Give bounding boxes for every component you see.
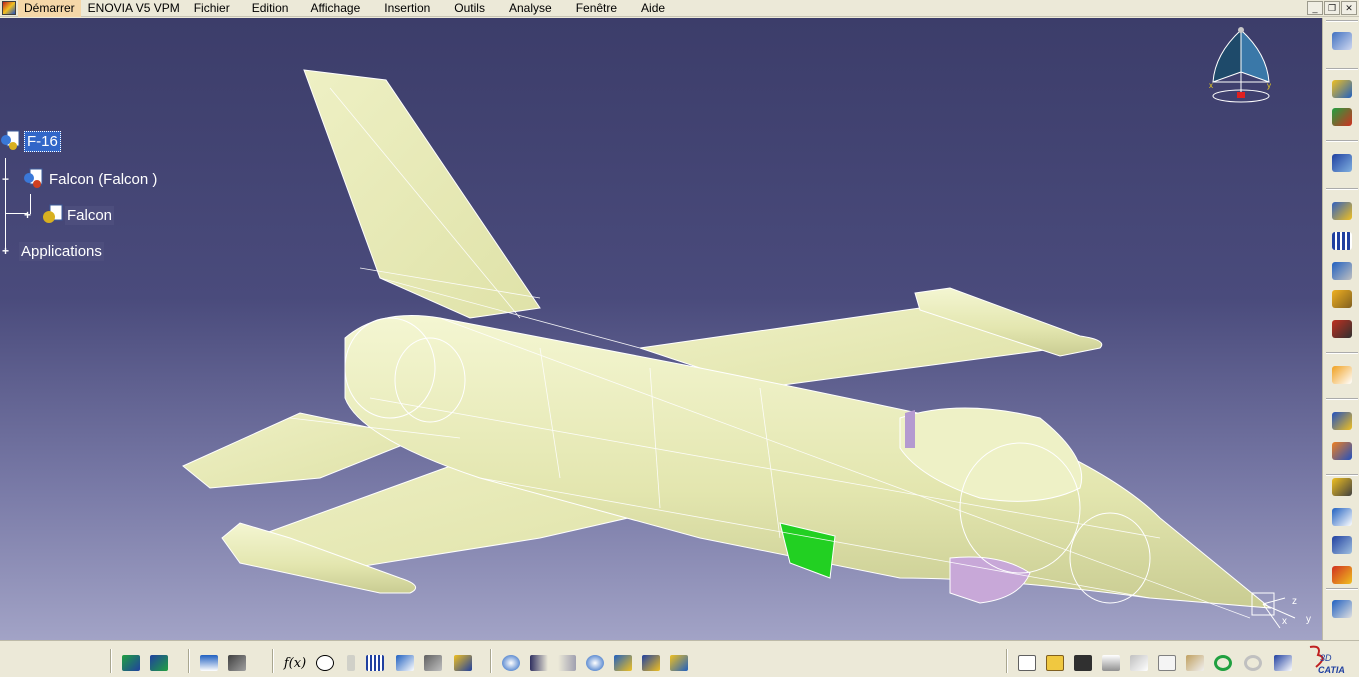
canopy-band [905, 410, 915, 448]
snap-icon[interactable] [1330, 440, 1354, 462]
comment-icon[interactable] [314, 653, 336, 673]
axis-y-label: y [1306, 614, 1311, 625]
expand-icon[interactable]: + [22, 209, 33, 221]
product-icon [24, 168, 43, 188]
menu-enovia[interactable]: ENOVIA V5 VPM [81, 0, 187, 17]
constraint-icon[interactable] [1330, 476, 1354, 498]
fly-mode-icon[interactable] [1330, 78, 1354, 100]
compass-x-label: x [1209, 81, 1213, 90]
cut-icon[interactable] [1128, 653, 1150, 673]
copy-icon[interactable] [1156, 653, 1178, 673]
fly-icon[interactable] [500, 653, 522, 673]
open-file-icon[interactable] [1044, 653, 1066, 673]
part-icon[interactable] [1330, 230, 1354, 252]
tree-node-falcon-part[interactable]: + Falcon [22, 204, 115, 226]
menu-affichage[interactable]: Affichage [303, 0, 367, 17]
app-icon[interactable] [2, 1, 16, 15]
hide-show-icon[interactable] [668, 653, 690, 673]
anchor-icon[interactable] [1330, 506, 1354, 528]
assembly-icon[interactable] [1330, 152, 1354, 174]
material-icon[interactable] [1330, 318, 1354, 340]
shading-icon[interactable] [640, 653, 662, 673]
part-icon [43, 204, 63, 223]
svg-text:3D: 3D [1320, 653, 1332, 663]
first-icon[interactable] [528, 653, 550, 673]
menu-demarrer[interactable]: Démarrer [18, 0, 81, 17]
bottom-toolbar: f(x) 3D CATIA [0, 640, 1359, 677]
parameters-icon[interactable] [452, 653, 474, 673]
tree-node-applications[interactable]: + Applications [0, 242, 104, 261]
fit-all-icon[interactable] [120, 653, 142, 673]
formula-icon[interactable]: f(x) [284, 653, 306, 673]
menu-analyse[interactable]: Analyse [502, 0, 559, 17]
paste-icon[interactable] [1184, 653, 1206, 673]
measure-icon[interactable] [1330, 598, 1354, 620]
tree-label-applications[interactable]: Applications [19, 242, 104, 261]
minimize-button[interactable]: _ [1307, 1, 1323, 15]
padlock-icon[interactable] [422, 653, 444, 673]
catia-logo: 3D CATIA [1309, 645, 1345, 675]
rotate-icon[interactable] [612, 653, 634, 673]
select-arrow-icon[interactable] [1330, 364, 1354, 386]
select-icon[interactable] [1330, 30, 1354, 52]
redo-icon[interactable] [1242, 653, 1264, 673]
collapse-icon[interactable]: − [0, 173, 11, 185]
catalog-icon[interactable] [1330, 288, 1354, 310]
measure-item-icon[interactable] [226, 653, 248, 673]
menu-aide[interactable]: Aide [634, 0, 672, 17]
vertical-tail [303, 69, 541, 319]
product-icon [1, 130, 20, 150]
normal-view-icon[interactable] [148, 653, 170, 673]
compass-widget[interactable]: x y [1205, 24, 1277, 106]
table-icon[interactable] [364, 653, 386, 673]
tree-label-root[interactable]: F-16 [24, 130, 61, 152]
manipulate-icon[interactable] [1330, 410, 1354, 432]
window-controls: _ ❐ ✕ [1307, 1, 1357, 15]
tree-node-falcon-product[interactable]: − Falcon (Falcon ) [0, 168, 159, 190]
menu-outils[interactable]: Outils [447, 0, 492, 17]
tree-label-falcon-product[interactable]: Falcon (Falcon ) [47, 170, 159, 189]
formula-label: f(x) [283, 655, 307, 671]
print-icon[interactable] [1100, 653, 1122, 673]
new-file-icon[interactable] [1016, 653, 1038, 673]
expand-icon[interactable]: + [0, 245, 11, 257]
menu-fenetre[interactable]: Fenêtre [569, 0, 624, 17]
catia-logo-text: CATIA [1318, 665, 1345, 675]
last-icon[interactable] [556, 653, 578, 673]
right-toolbar [1322, 18, 1359, 640]
help-icon[interactable] [1272, 653, 1294, 673]
restore-button[interactable]: ❐ [1324, 1, 1340, 15]
menu-fichier[interactable]: Fichier [187, 0, 237, 17]
f16-model[interactable]: x y z [0, 18, 1322, 640]
menu-insertion[interactable]: Insertion [377, 0, 437, 17]
lock-icon[interactable] [340, 653, 362, 673]
sheet-metal-icon[interactable] [1330, 200, 1354, 222]
tree-node-root[interactable]: F-16 [0, 130, 61, 152]
menu-bar: Démarrer ENOVIA V5 VPM Fichier Edition A… [0, 0, 1359, 17]
undo-icon[interactable] [1212, 653, 1234, 673]
3d-viewport[interactable]: x y z x y F-16 − Falcon (Falcon) + Falc… [0, 18, 1322, 640]
compass-y-label: y [1267, 81, 1271, 90]
fix-icon[interactable] [1330, 534, 1354, 556]
menu-edition[interactable]: Edition [245, 0, 296, 17]
update-icon[interactable] [1330, 564, 1354, 586]
simulation-icon[interactable] [1330, 260, 1354, 282]
tree-label-falcon-part[interactable]: Falcon [65, 205, 115, 225]
close-button[interactable]: ✕ [1341, 1, 1357, 15]
measure-between-icon[interactable] [198, 653, 220, 673]
save-icon[interactable] [1072, 653, 1094, 673]
zoom-icon[interactable] [584, 653, 606, 673]
axis-z-label: z [1292, 596, 1297, 607]
tree-icon[interactable] [394, 653, 416, 673]
product-icon[interactable] [1330, 106, 1354, 128]
axis-x-label: x [1282, 616, 1287, 627]
